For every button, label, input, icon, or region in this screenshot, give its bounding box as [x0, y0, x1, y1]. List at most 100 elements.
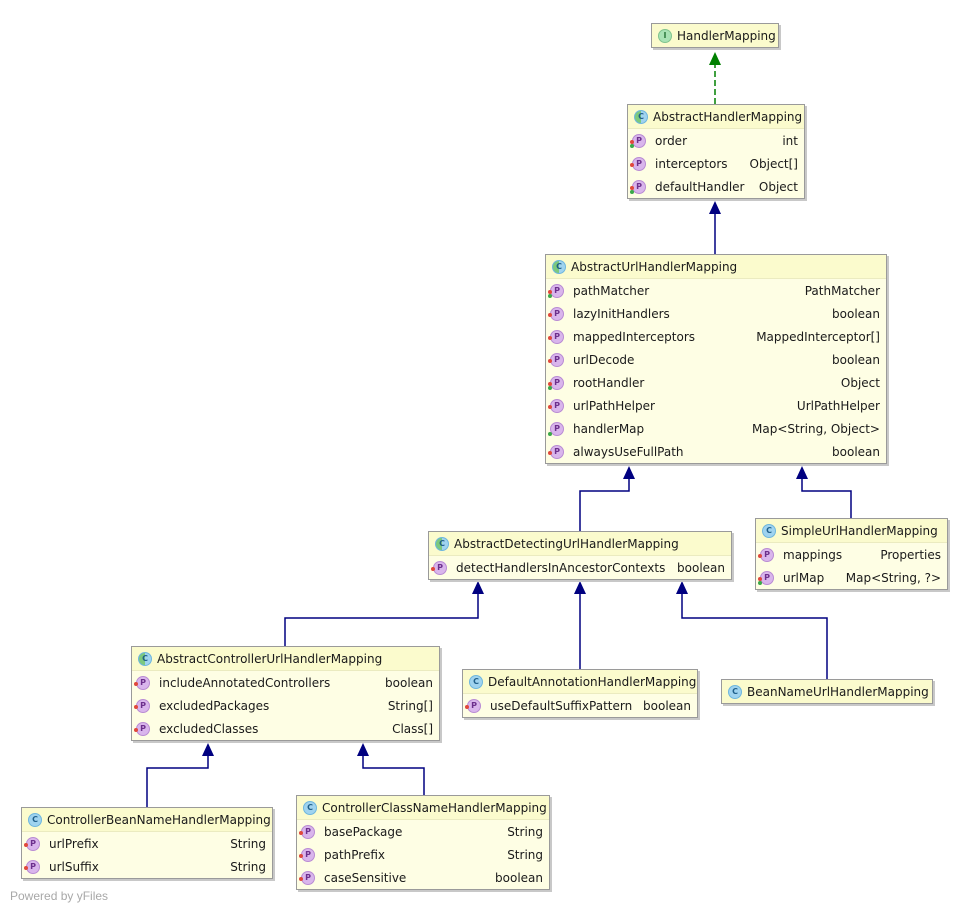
private-marker-icon	[24, 865, 28, 870]
field-name: order	[655, 133, 687, 148]
class-icon: C	[762, 523, 776, 538]
class-header: C AbstractDetectingUrlHandlerMapping	[429, 532, 731, 556]
field-name: defaultHandler	[655, 179, 745, 194]
field-type: Properties	[880, 547, 941, 562]
field-name: basePackage	[324, 824, 403, 839]
class-header: C BeanNameUrlHandlerMapping	[722, 680, 932, 703]
class-name: AbstractDetectingUrlHandlerMapping	[454, 536, 679, 551]
class-name: HandlerMapping	[677, 28, 776, 43]
extends-edge	[796, 466, 852, 518]
property-icon: P	[134, 698, 150, 713]
class-header: C ControllerBeanNameHandlerMapping	[22, 808, 272, 832]
private-marker-icon	[758, 576, 762, 581]
field-row: PbasePackage String	[297, 820, 549, 843]
field-row: PalwaysUseFullPath boolean	[546, 440, 886, 463]
field-type: Object	[758, 179, 798, 194]
field-type: String[]	[387, 698, 433, 713]
class-name: BeanNameUrlHandlerMapping	[747, 684, 929, 699]
node-default-annotation-handler-mapping[interactable]: C DefaultAnnotationHandlerMapping PuseDefa…	[462, 669, 698, 718]
property-icon: P	[548, 352, 564, 367]
property-icon: P	[465, 698, 481, 713]
field-name: lazyInitHandlers	[573, 306, 670, 321]
node-handler-mapping[interactable]: I HandlerMapping	[651, 23, 779, 48]
private-marker-icon	[431, 566, 435, 571]
node-abstract-handler-mapping[interactable]: C AbstractHandlerMapping Porder int Pinterce…	[627, 104, 805, 199]
node-abstract-url-handler-mapping[interactable]: C AbstractUrlHandlerMapping PpathMatcher Pa…	[545, 254, 887, 464]
property-icon: P	[134, 721, 150, 736]
field-row: PpathMatcher PathMatcher	[546, 279, 886, 302]
class-name: ControllerClassNameHandlerMapping	[322, 800, 547, 815]
node-controller-class-name-handler-mapping[interactable]: C ControllerClassNameHandlerMapping PbaseP…	[296, 795, 550, 890]
field-row: PurlMap Map<String, ?>	[756, 566, 947, 589]
field-type: boolean	[832, 444, 880, 459]
field-type: boolean	[495, 870, 543, 885]
final-marker-icon	[758, 580, 762, 585]
private-marker-icon	[24, 842, 28, 847]
field-row: PpathPrefix String	[297, 843, 549, 866]
node-simple-url-handler-mapping[interactable]: C SimpleUrlHandlerMapping Pmappings Propert…	[755, 518, 948, 590]
field-type: Map<String, Object>	[752, 421, 880, 436]
field-name: urlDecode	[573, 352, 635, 367]
class-header: C AbstractControllerUrlHandlerMapping	[132, 647, 439, 671]
private-marker-icon	[630, 162, 634, 167]
class-name: SimpleUrlHandlerMapping	[781, 523, 938, 538]
field-type: String	[507, 824, 543, 839]
property-icon: P	[548, 283, 564, 298]
private-marker-icon	[299, 853, 303, 858]
field-type: boolean	[832, 352, 880, 367]
arrowhead-icon	[202, 743, 214, 756]
node-controller-bean-name-handler-mapping[interactable]: C ControllerBeanNameHandlerMapping PurlPre…	[21, 807, 273, 879]
field-row: Porder int	[628, 129, 804, 152]
field-row: PexcludedPackages String[]	[132, 694, 439, 717]
field-type: boolean	[677, 560, 725, 575]
property-icon: P	[24, 836, 40, 851]
private-marker-icon	[465, 704, 469, 709]
class-header: C SimpleUrlHandlerMapping	[756, 519, 947, 543]
field-name: urlPrefix	[49, 836, 99, 851]
node-bean-name-url-handler-mapping[interactable]: C BeanNameUrlHandlerMapping	[721, 679, 933, 704]
field-type: int	[782, 133, 798, 148]
arrowhead-icon	[472, 581, 484, 594]
extends-edge	[574, 581, 586, 669]
field-name: alwaysUseFullPath	[573, 444, 684, 459]
property-icon: P	[630, 179, 646, 194]
property-icon: P	[299, 870, 315, 885]
extends-edge	[709, 201, 721, 254]
field-row: Pinterceptors Object[]	[628, 152, 804, 175]
arrowhead-icon	[357, 743, 369, 756]
private-marker-icon	[134, 681, 138, 686]
property-icon: P	[548, 398, 564, 413]
field-name: useDefaultSuffixPattern	[490, 698, 633, 713]
node-abstract-controller-url-handler-mapping[interactable]: C AbstractControllerUrlHandlerMapping Pinc…	[131, 646, 440, 741]
field-type: boolean	[643, 698, 691, 713]
edge-line	[146, 755, 209, 807]
field-row: PdetectHandlersInAncestorContexts boolean	[429, 556, 731, 579]
field-row: PhandlerMap Map<String, Object>	[546, 417, 886, 440]
field-name: pathMatcher	[573, 283, 650, 298]
property-icon: P	[630, 133, 646, 148]
implements-edge	[709, 52, 721, 104]
field-name: pathPrefix	[324, 847, 386, 862]
field-row: PcaseSensitive boolean	[297, 866, 549, 889]
arrowhead-icon	[709, 201, 721, 214]
private-marker-icon	[548, 358, 552, 363]
field-row: PexcludedClasses Class[]	[132, 717, 439, 740]
field-row: PurlPrefix String	[22, 832, 272, 855]
arrowhead-icon	[796, 466, 808, 479]
class-name: AbstractUrlHandlerMapping	[571, 259, 738, 274]
class-header: C ControllerClassNameHandlerMapping	[297, 796, 549, 820]
field-name: handlerMap	[573, 421, 645, 436]
field-row: Pmappings Properties	[756, 543, 947, 566]
extends-edge	[284, 581, 484, 646]
field-row: PmappedInterceptors MappedInterceptor[]	[546, 325, 886, 348]
extends-edge	[146, 743, 214, 807]
field-type: Class[]	[392, 721, 433, 736]
node-abstract-detecting-url-handler-mapping[interactable]: C AbstractDetectingUrlHandlerMapping Pdete…	[428, 531, 732, 580]
field-type: String	[507, 847, 543, 862]
property-icon: P	[758, 570, 774, 585]
interface-icon: I	[658, 28, 672, 43]
final-marker-icon	[548, 431, 552, 436]
class-icon: C	[303, 800, 317, 815]
field-name: urlPathHelper	[573, 398, 655, 413]
field-row: PincludeAnnotatedControllers boolean	[132, 671, 439, 694]
